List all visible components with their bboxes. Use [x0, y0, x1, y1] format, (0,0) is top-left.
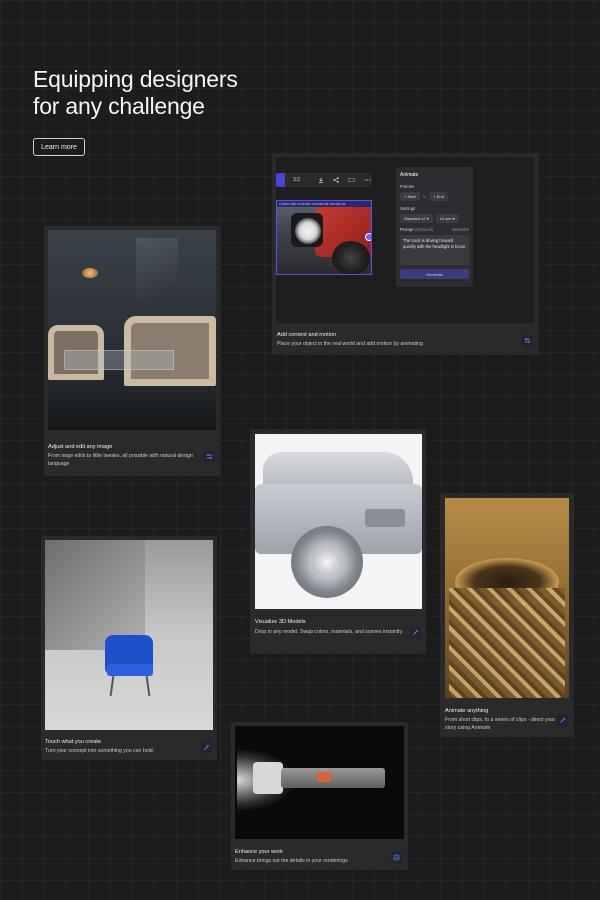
start-frame-button[interactable]: + Start: [400, 192, 420, 201]
magic-wand-icon[interactable]: [410, 627, 421, 638]
card-description: Turn your concept into something you can…: [45, 748, 155, 754]
download-icon[interactable]: [318, 177, 324, 183]
3d-truck-model-image: [255, 434, 422, 609]
settings-label: Settings: [400, 206, 416, 211]
learn-more-button[interactable]: Learn more: [33, 138, 85, 156]
prompt-label: Prompt: [400, 227, 414, 232]
hero-title: Equipping designers for any challenge: [33, 66, 238, 120]
prompt-optional: (Optional): [414, 227, 434, 232]
card-visualize-3d[interactable]: Visualize 3D Models Drop in any model. S…: [250, 429, 426, 654]
describe-button[interactable]: Describe: [452, 227, 469, 232]
generate-button[interactable]: Generate: [400, 269, 469, 279]
card-description: Place your object in the real world and …: [277, 341, 423, 347]
sliders-icon[interactable]: [522, 335, 533, 346]
card-description: From large edits to little tweaks, all p…: [48, 453, 193, 467]
aspect-ratio-label[interactable]: 3:2: [293, 177, 300, 183]
truck-headlight-image: A black high-resolution commercial conce…: [276, 200, 372, 275]
duration-select[interactable]: 10 sec ▾: [435, 214, 459, 223]
settings-row: Standard v2 ▾ 10 sec ▾: [400, 214, 469, 223]
card-description: From short clips, to a series of clips -…: [445, 717, 556, 731]
frames-label: Frames: [400, 184, 415, 189]
card-title: Touch what you create: [45, 739, 101, 745]
card-add-content-motion[interactable]: 3:2 A black high-resolution commercial c…: [272, 153, 539, 355]
frames-row: + Start ⇆ + End: [400, 192, 469, 201]
card-enhance[interactable]: Enhance your work Enhance brings out the…: [231, 722, 408, 870]
magic-wand-icon[interactable]: [201, 742, 212, 753]
hero-title-line-1: Equipping designers: [33, 66, 238, 92]
sliders-icon[interactable]: [204, 451, 215, 462]
card-title: Add content and motion: [277, 332, 337, 338]
card-title: Visualize 3D Models: [255, 619, 306, 625]
knurled-metal-image: [445, 498, 569, 698]
flashlight-image: [235, 726, 404, 839]
arrow-icon: ⇆: [422, 194, 427, 199]
card-title: Adjust and edit any image: [48, 444, 113, 450]
card-animate-anything[interactable]: Animate anything From short clips, to a …: [440, 493, 574, 737]
prompt-input[interactable]: The truck is driving forward quickly wit…: [400, 235, 469, 265]
preview-toolbar: 3:2: [276, 173, 372, 187]
blue-chair-image: [45, 540, 213, 730]
hero-title-line-2: for any challenge: [33, 93, 205, 119]
prompt-header: Prompt (Optional) Describe: [400, 227, 469, 232]
animate-ui-preview: 3:2 A black high-resolution commercial c…: [276, 157, 534, 323]
model-select[interactable]: Standard v2 ▾: [400, 214, 433, 223]
card-adjust-edit[interactable]: Adjust and edit any image From large edi…: [44, 226, 220, 476]
card-description: Enhance brings out the details in your r…: [235, 858, 348, 864]
living-room-image: [48, 230, 216, 430]
magic-wand-icon[interactable]: [557, 715, 568, 726]
toolbar-active-tab[interactable]: [276, 173, 285, 187]
share-icon[interactable]: [333, 177, 339, 183]
panel-title: Animate: [400, 172, 419, 178]
more-icon[interactable]: [364, 177, 371, 183]
card-title: Enhance your work: [235, 849, 283, 855]
end-frame-button[interactable]: + End: [429, 192, 448, 201]
enhance-icon[interactable]: [391, 852, 402, 863]
card-touch-create[interactable]: Touch what you create Turn your concept …: [41, 536, 217, 760]
card-title: Animate anything: [445, 708, 489, 714]
card-description: Drop in any model. Swap colors, material…: [255, 629, 404, 635]
animate-panel: Animate Frames + Start ⇆ + End Settings …: [396, 167, 473, 287]
film-icon[interactable]: [348, 177, 355, 183]
